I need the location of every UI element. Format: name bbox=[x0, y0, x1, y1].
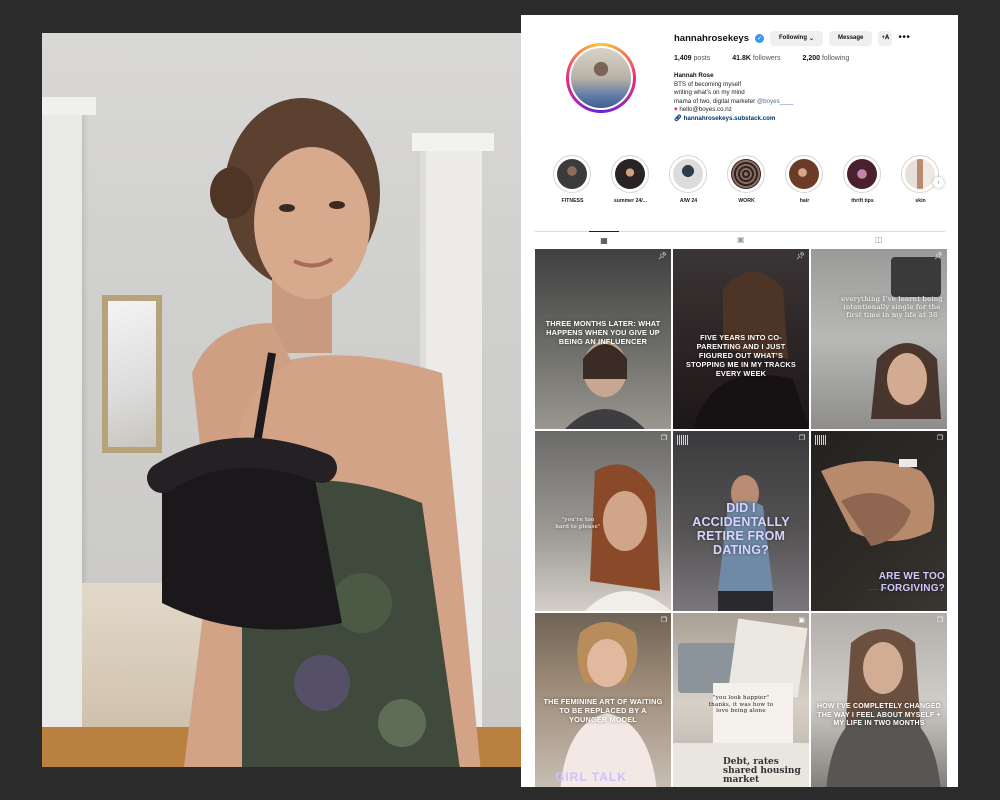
post-image bbox=[871, 257, 941, 419]
link-icon: 🔗︎ bbox=[674, 114, 682, 122]
highlight-hair[interactable]: hair bbox=[785, 155, 824, 204]
more-options-icon[interactable]: ••• bbox=[898, 33, 910, 43]
post-tile[interactable]: ❐ THE FEMININE ART OF WAITING TO BE REPL… bbox=[535, 613, 671, 787]
post-tile[interactable]: ❐ "you’re too hard to please" bbox=[535, 431, 671, 611]
carousel-icon: ❐ bbox=[936, 617, 943, 624]
post-caption: "you’re too hard to please" bbox=[555, 517, 601, 530]
post-subcaption: · · · · · · · · · · · · · · · · · · · bbox=[718, 535, 764, 540]
post-caption: "you look happier" thanks, it was how to… bbox=[708, 695, 774, 714]
highlight-label: A/W 24 bbox=[679, 198, 698, 204]
newspaper-headline: Debt, rates shared housing market bbox=[723, 757, 801, 785]
highlight-label: hair bbox=[799, 198, 810, 204]
tab-reels-icon[interactable]: ▣ bbox=[737, 235, 745, 244]
post-caption: DID I ACCIDENTALLY RETIRE FROM DATING? bbox=[692, 501, 790, 557]
post-tile[interactable]: ❐ ARE WE TOO FORGIVING? · · · · · · · · … bbox=[811, 431, 947, 611]
pin-icon: 📌︎ bbox=[934, 253, 943, 260]
post-caption: FIVE YEARS INTO CO-PARENTING AND I JUST … bbox=[686, 333, 796, 378]
following-button-label: Following bbox=[778, 35, 807, 41]
highlight-work[interactable]: WORK bbox=[727, 155, 766, 204]
message-button[interactable]: Message bbox=[829, 30, 873, 46]
bio-line: mama of two, digital marketer @boyes____ bbox=[674, 97, 794, 105]
girl-talk-logo: GIRL TALK bbox=[555, 770, 627, 784]
post-caption: THREE MONTHS LATER: WHAT HAPPENS WHEN YO… bbox=[545, 319, 661, 346]
profile-header: hannahrosekeys ✓ Following ⌄ Message +𝐀 … bbox=[674, 29, 910, 47]
chevron-right-icon[interactable]: › bbox=[933, 177, 944, 188]
highlight-aw24[interactable]: A/W 24 bbox=[669, 155, 708, 204]
post-tile[interactable]: ▣ "you look happier" thanks, it was how … bbox=[673, 613, 809, 787]
highlight-label: WORK bbox=[738, 198, 755, 204]
highlight-summer[interactable]: summer 24/... bbox=[611, 155, 650, 204]
post-image bbox=[826, 629, 941, 787]
highlight-label: FITNESS bbox=[561, 198, 584, 204]
highlight-fitness[interactable]: FITNESS bbox=[553, 155, 592, 204]
highlight-label: skin bbox=[915, 198, 926, 204]
instagram-profile-panel: hannahrosekeys ✓ Following ⌄ Message +𝐀 … bbox=[521, 15, 958, 787]
post-subcaption: · · · · · · · · · · · · · · · · · · bbox=[867, 587, 911, 592]
tab-posts-grid-icon[interactable]: ▦ bbox=[589, 231, 619, 245]
bio-mention-link[interactable]: @boyes____ bbox=[757, 98, 794, 105]
display-name: Hannah Rose bbox=[674, 72, 714, 79]
heart-icon: ♥ bbox=[674, 106, 678, 114]
carousel-icon: ❐ bbox=[660, 435, 667, 442]
highlight-label: summer 24/... bbox=[613, 198, 648, 204]
wall-molding bbox=[42, 97, 96, 767]
post-caption: everything I’ve learnt being intentional… bbox=[841, 295, 943, 319]
person-figure bbox=[147, 98, 481, 767]
highlight-label: thrift tips bbox=[851, 198, 874, 204]
carousel-icon: ❐ bbox=[660, 617, 667, 624]
posts-grid: 📌︎ THREE MONTHS LATER: WHAT HAPPENS WHEN… bbox=[535, 249, 948, 787]
bio-line: BTS of becoming myself bbox=[674, 80, 742, 88]
post-tile[interactable]: 📌︎ THREE MONTHS LATER: WHAT HAPPENS WHEN… bbox=[535, 249, 671, 429]
tab-tagged-icon[interactable]: ◫ bbox=[875, 235, 883, 244]
profile-photo bbox=[42, 33, 522, 767]
avatar bbox=[571, 48, 631, 108]
post-tile[interactable]: ❐ HOW I’VE COMPLETELY CHANGED THE WAY I … bbox=[811, 613, 947, 787]
reel-icon: ▣ bbox=[798, 617, 805, 624]
post-caption: THE FEMININE ART OF WAITING TO BE REPLAC… bbox=[543, 697, 663, 724]
profile-stats: 1,409 posts 41.8K followers 2,200 follow… bbox=[674, 55, 849, 62]
followers-stat[interactable]: 41.8K followers bbox=[732, 55, 780, 62]
carousel-icon: ❐ bbox=[936, 435, 943, 442]
bio-line: writing what’s on my mind bbox=[674, 89, 745, 97]
pin-icon: 📌︎ bbox=[796, 253, 805, 260]
post-tile[interactable]: 📌︎ everything I’ve learnt being intentio… bbox=[811, 249, 947, 429]
pin-icon: 📌︎ bbox=[658, 253, 667, 260]
chevron-down-icon: ⌄ bbox=[808, 35, 815, 42]
username: hannahrosekeys bbox=[674, 32, 749, 44]
message-button-label: Message bbox=[838, 35, 864, 41]
post-tile[interactable]: 📌︎ FIVE YEARS INTO CO-PARENTING AND I JU… bbox=[673, 249, 809, 429]
post-caption: HOW I’VE COMPLETELY CHANGED THE WAY I FE… bbox=[816, 703, 942, 727]
highlight-thrift-tips[interactable]: thrift tips bbox=[843, 155, 882, 204]
following-stat[interactable]: 2,200 following bbox=[802, 55, 849, 62]
post-tile[interactable]: ❐ DID I ACCIDENTALLY RETIRE FROM DATING?… bbox=[673, 431, 809, 611]
verified-badge-icon: ✓ bbox=[754, 33, 764, 43]
add-person-icon[interactable]: +𝐀 bbox=[878, 30, 893, 46]
following-button[interactable]: Following ⌄ bbox=[769, 30, 824, 46]
carousel-icon: ❐ bbox=[798, 435, 805, 442]
posts-stat: 1,409 posts bbox=[674, 55, 711, 62]
bio-link[interactable]: 🔗︎ hannahrosekeys.substack.com bbox=[674, 115, 793, 124]
profile-bio: Hannah Rose BTS of becoming myself writi… bbox=[674, 72, 793, 124]
story-highlights: FITNESS summer 24/... A/W 24 WORK hair t… bbox=[553, 155, 940, 204]
profile-avatar[interactable] bbox=[566, 43, 636, 113]
profile-tabs: ▦ ▣ ◫ bbox=[535, 231, 945, 249]
bio-email: ♥ hello@boyes.co.nz bbox=[674, 106, 732, 114]
